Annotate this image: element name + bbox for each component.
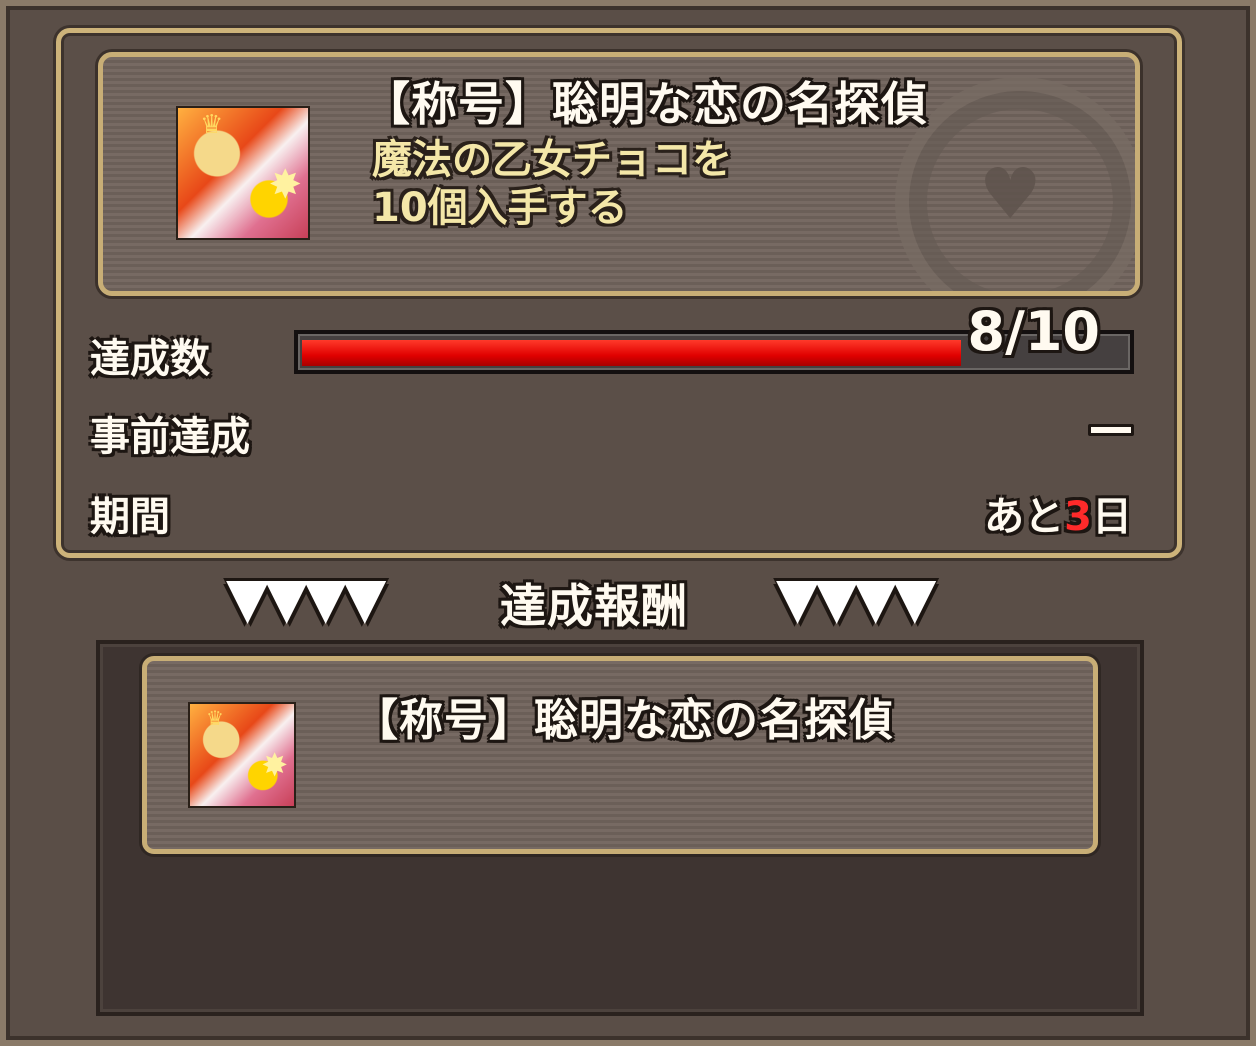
arrows-right-icon: ▼▼▼▼	[776, 566, 936, 631]
burst-icon: ✸	[268, 162, 302, 208]
emblem-watermark-icon: ♥	[895, 77, 1135, 291]
progress-bar-fill	[302, 340, 961, 366]
pre-achievement-label: 事前達成	[90, 414, 250, 460]
crown-icon: ♛	[200, 110, 224, 140]
period-remaining: あと3日	[984, 484, 1132, 542]
mission-description-line1: 魔法の乙女チョコを	[372, 137, 732, 183]
period-suffix: 日	[1092, 494, 1132, 540]
period-prefix: あと	[984, 494, 1065, 540]
character-portrait-icon: ♛ ✸	[176, 106, 310, 240]
reward-title: 【称号】聡明な恋の名探偵	[354, 695, 894, 746]
burst-icon: ✸	[261, 746, 288, 784]
reward-header: 達成報酬	[500, 579, 688, 633]
arrows-left-icon: ▼▼▼▼	[226, 566, 386, 631]
mission-description-line2: 10個入手する	[372, 185, 628, 231]
reward-character-portrait-icon: ♛ ✸	[188, 702, 296, 808]
heart-icon: ♥	[979, 153, 1042, 235]
crown-icon: ♛	[206, 706, 224, 730]
period-days: 3	[1064, 494, 1092, 540]
period-label: 期間	[90, 494, 170, 540]
pre-achievement-value	[1088, 424, 1134, 436]
progress-count: 8/10	[967, 300, 1100, 363]
progress-label: 達成数	[90, 336, 210, 382]
mission-title: 【称号】聡明な恋の名探偵	[364, 77, 928, 131]
